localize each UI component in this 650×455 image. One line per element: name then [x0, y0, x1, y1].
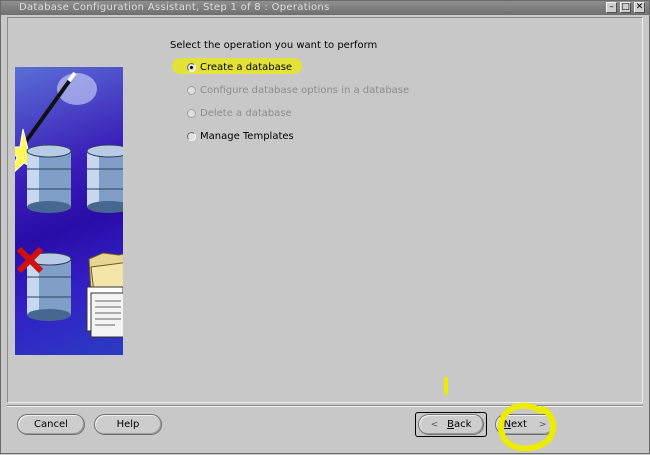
option-label: Create a database — [200, 61, 293, 73]
next-label-rest: ext — [511, 419, 527, 430]
window-title: Database Configuration Assistant, Step 1… — [19, 2, 330, 13]
back-label: Back — [447, 419, 471, 430]
option-delete-database: Delete a database — [187, 106, 292, 120]
dbca-window: Database Configuration Assistant, Step 1… — [0, 0, 650, 454]
maximize-icon[interactable]: □ — [620, 2, 631, 13]
next-label: Next — [504, 419, 527, 430]
option-label: Manage Templates — [200, 130, 294, 142]
next-mnemonic: N — [503, 419, 512, 430]
cancel-label: Cancel — [34, 419, 68, 430]
database-cylinder-icon — [86, 144, 123, 213]
button-separator — [7, 405, 643, 407]
option-create-database[interactable]: Create a database — [187, 60, 292, 74]
option-manage-templates[interactable]: Manage Templates — [187, 129, 294, 143]
radio-configure-database — [187, 85, 196, 95]
help-label: Help — [116, 419, 140, 430]
radio-create-database[interactable] — [187, 62, 196, 72]
option-label: Delete a database — [200, 107, 292, 119]
back-label-rest: ack — [454, 419, 472, 430]
chevron-left-icon: < — [430, 419, 439, 430]
title-bar[interactable]: Database Configuration Assistant, Step 1… — [1, 1, 649, 15]
operation-prompt: Select the operation you want to perform — [170, 40, 378, 51]
magic-wand-icon — [20, 71, 77, 149]
minimize-icon[interactable]: – — [606, 2, 617, 13]
cancel-button[interactable]: Cancel — [17, 414, 85, 435]
chevron-right-icon: > — [538, 419, 547, 430]
wizard-illustration — [15, 67, 123, 355]
back-button[interactable]: < Back — [418, 414, 484, 435]
back-mnemonic: B — [447, 419, 454, 430]
option-label: Configure database options in a database — [200, 84, 410, 96]
documents-icon — [86, 286, 123, 338]
radio-manage-templates[interactable] — [187, 131, 196, 141]
illustration-graphic — [15, 71, 123, 338]
next-button[interactable]: Next > — [495, 414, 555, 435]
database-cylinder-icon — [26, 144, 72, 213]
close-icon[interactable]: ✕ — [634, 2, 645, 13]
help-button[interactable]: Help — [94, 414, 162, 435]
radio-delete-database — [187, 108, 196, 118]
option-configure-database: Configure database options in a database — [187, 83, 409, 97]
